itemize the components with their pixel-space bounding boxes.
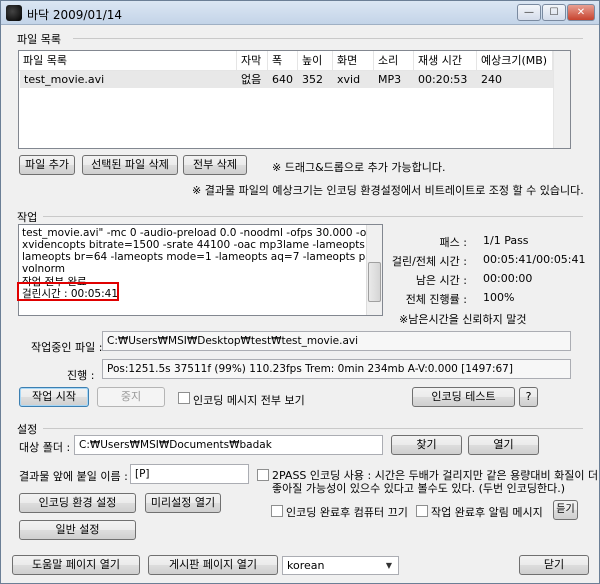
- delete-selected-button[interactable]: 선택된 파일 삭제: [82, 155, 178, 175]
- elapsed-total-label: 걸린/전체 시간 :: [391, 255, 467, 268]
- pass-label: 패스 :: [439, 236, 467, 249]
- cell-duration: 00:20:53: [418, 73, 468, 86]
- current-file-label: 작업중인 파일 :: [31, 341, 103, 354]
- help-button[interactable]: ?: [519, 387, 538, 407]
- file-list-scrollbar[interactable]: [553, 51, 570, 148]
- divider: [43, 428, 583, 429]
- start-job-button[interactable]: 작업 시작: [19, 387, 89, 407]
- drag-drop-note: ※ 드래그&드롭으로 추가 가능합니다.: [272, 161, 446, 174]
- language-select[interactable]: korean ▼: [282, 556, 399, 575]
- minimize-button[interactable]: —: [517, 4, 541, 21]
- column-header-subtitle[interactable]: 자막: [237, 51, 268, 70]
- language-value: korean: [287, 559, 325, 572]
- progress-total-value: 100%: [483, 291, 515, 304]
- log-line: lameopts br=64 -lameopts mode=1 -lameopt…: [22, 251, 382, 263]
- target-folder-input[interactable]: C:₩Users₩MSI₩Documents₩badak: [74, 435, 383, 455]
- open-folder-button[interactable]: 열기: [468, 435, 539, 455]
- prefix-label: 결과물 앞에 붙일 이름 :: [19, 470, 128, 483]
- size-hint-note: ※ 결과물 파일의 예상크기는 인코딩 환경설정에서 비트레이트로 조정 할 수…: [192, 184, 584, 197]
- pass-value: 1/1 Pass: [483, 234, 529, 247]
- add-file-button[interactable]: 파일 추가: [19, 155, 75, 175]
- divider: [73, 38, 583, 39]
- alarm-label: 작업 완료후 알림 메시지: [431, 506, 543, 519]
- cell-video: xvid: [337, 73, 361, 86]
- cell-subtitle: 없음: [241, 73, 262, 86]
- stop-button[interactable]: 중지: [97, 387, 165, 407]
- encoding-env-button[interactable]: 인코딩 환경 설정: [19, 493, 136, 513]
- alarm-checkbox[interactable]: [416, 505, 428, 517]
- column-header-audio[interactable]: 소리: [374, 51, 414, 70]
- delete-all-button[interactable]: 전부 삭제: [183, 155, 247, 175]
- log-line: test_movie.avi" -mc 0 -audio-preload 0.0…: [22, 227, 383, 239]
- title-bar[interactable]: 바닥 2009/01/14 — ☐ ✕: [1, 1, 599, 25]
- table-row[interactable]: test_movie.avi 없음 640 352 xvid MP3 00:20…: [20, 71, 555, 88]
- browse-button[interactable]: 찾기: [391, 435, 462, 455]
- close-window-button[interactable]: ✕: [567, 4, 595, 21]
- column-header-height[interactable]: 높이: [298, 51, 333, 70]
- file-list-group-label: 파일 목록: [17, 33, 61, 46]
- log-line: xvidencopts bitrate=1500 -srate 44100 -o…: [22, 239, 383, 251]
- board-page-button[interactable]: 게시판 페이지 열기: [148, 555, 278, 575]
- encoding-log[interactable]: test_movie.avi" -mc 0 -audio-preload 0.0…: [18, 224, 383, 316]
- cell-audio: MP3: [378, 73, 402, 86]
- elapsed-total-value: 00:05:41/00:05:41: [483, 253, 586, 266]
- remaining-time-note: ※남은시간을 신뢰하지 말것: [399, 313, 527, 326]
- shutdown-label: 인코딩 완료후 컴퓨터 끄기: [286, 506, 408, 519]
- prefix-input[interactable]: [P]: [130, 464, 249, 484]
- column-header-duration[interactable]: 재생 시간: [414, 51, 477, 70]
- progress-label: 진행 :: [67, 369, 95, 382]
- column-header-filename[interactable]: 파일 목록: [19, 51, 237, 70]
- general-settings-button[interactable]: 일반 설정: [19, 520, 136, 540]
- show-all-messages-label: 인코딩 메시지 전부 보기: [193, 394, 305, 407]
- cell-filename: test_movie.avi: [24, 73, 105, 86]
- maximize-button[interactable]: ☐: [542, 4, 566, 21]
- remaining-value: 00:00:00: [483, 272, 533, 285]
- help-page-button[interactable]: 도움말 페이지 열기: [12, 555, 140, 575]
- settings-group-label: 설정: [17, 423, 38, 436]
- cell-size: 240: [481, 73, 502, 86]
- column-header-video[interactable]: 화면: [333, 51, 374, 70]
- twopass-checkbox[interactable]: [257, 469, 269, 481]
- progress-total-label: 전체 진행률 :: [405, 293, 467, 306]
- divider: [43, 216, 583, 217]
- main-window: 바닥 2009/01/14 — ☐ ✕ 파일 목록 파일 목록 자막 폭 높이 …: [0, 0, 600, 584]
- listen-button[interactable]: 듣기: [553, 500, 578, 520]
- job-group-label: 작업: [17, 211, 38, 224]
- column-header-width[interactable]: 폭: [268, 51, 298, 70]
- elapsed-highlight-box: [17, 282, 119, 301]
- app-icon: [6, 5, 22, 21]
- progress-field: Pos:1251.5s 37511f (99%) 110.23fps Trem:…: [102, 359, 571, 379]
- remaining-label: 남은 시간 :: [415, 274, 467, 287]
- twopass-label-line2: 좋아질 가능성이 있으수 있다고 볼수도 있다. (두번 인코딩한다.): [272, 482, 566, 495]
- shutdown-checkbox[interactable]: [271, 505, 283, 517]
- cell-width: 640: [272, 73, 293, 86]
- target-folder-label: 대상 폴더 :: [19, 441, 71, 454]
- cell-height: 352: [302, 73, 323, 86]
- current-file-field: C:₩Users₩MSI₩Desktop₩test₩test_movie.avi: [102, 331, 571, 351]
- presets-button[interactable]: 미리설정 열기: [145, 493, 221, 513]
- close-button[interactable]: 닫기: [519, 555, 589, 575]
- file-list[interactable]: 파일 목록 자막 폭 높이 화면 소리 재생 시간 예상크기(MB) test_…: [18, 50, 571, 149]
- column-header-size[interactable]: 예상크기(MB): [477, 51, 553, 70]
- encoding-test-button[interactable]: 인코딩 테스트: [412, 387, 515, 407]
- window-title: 바닥 2009/01/14: [27, 8, 123, 22]
- chevron-down-icon: ▼: [385, 561, 393, 570]
- show-all-messages-checkbox[interactable]: [178, 392, 190, 404]
